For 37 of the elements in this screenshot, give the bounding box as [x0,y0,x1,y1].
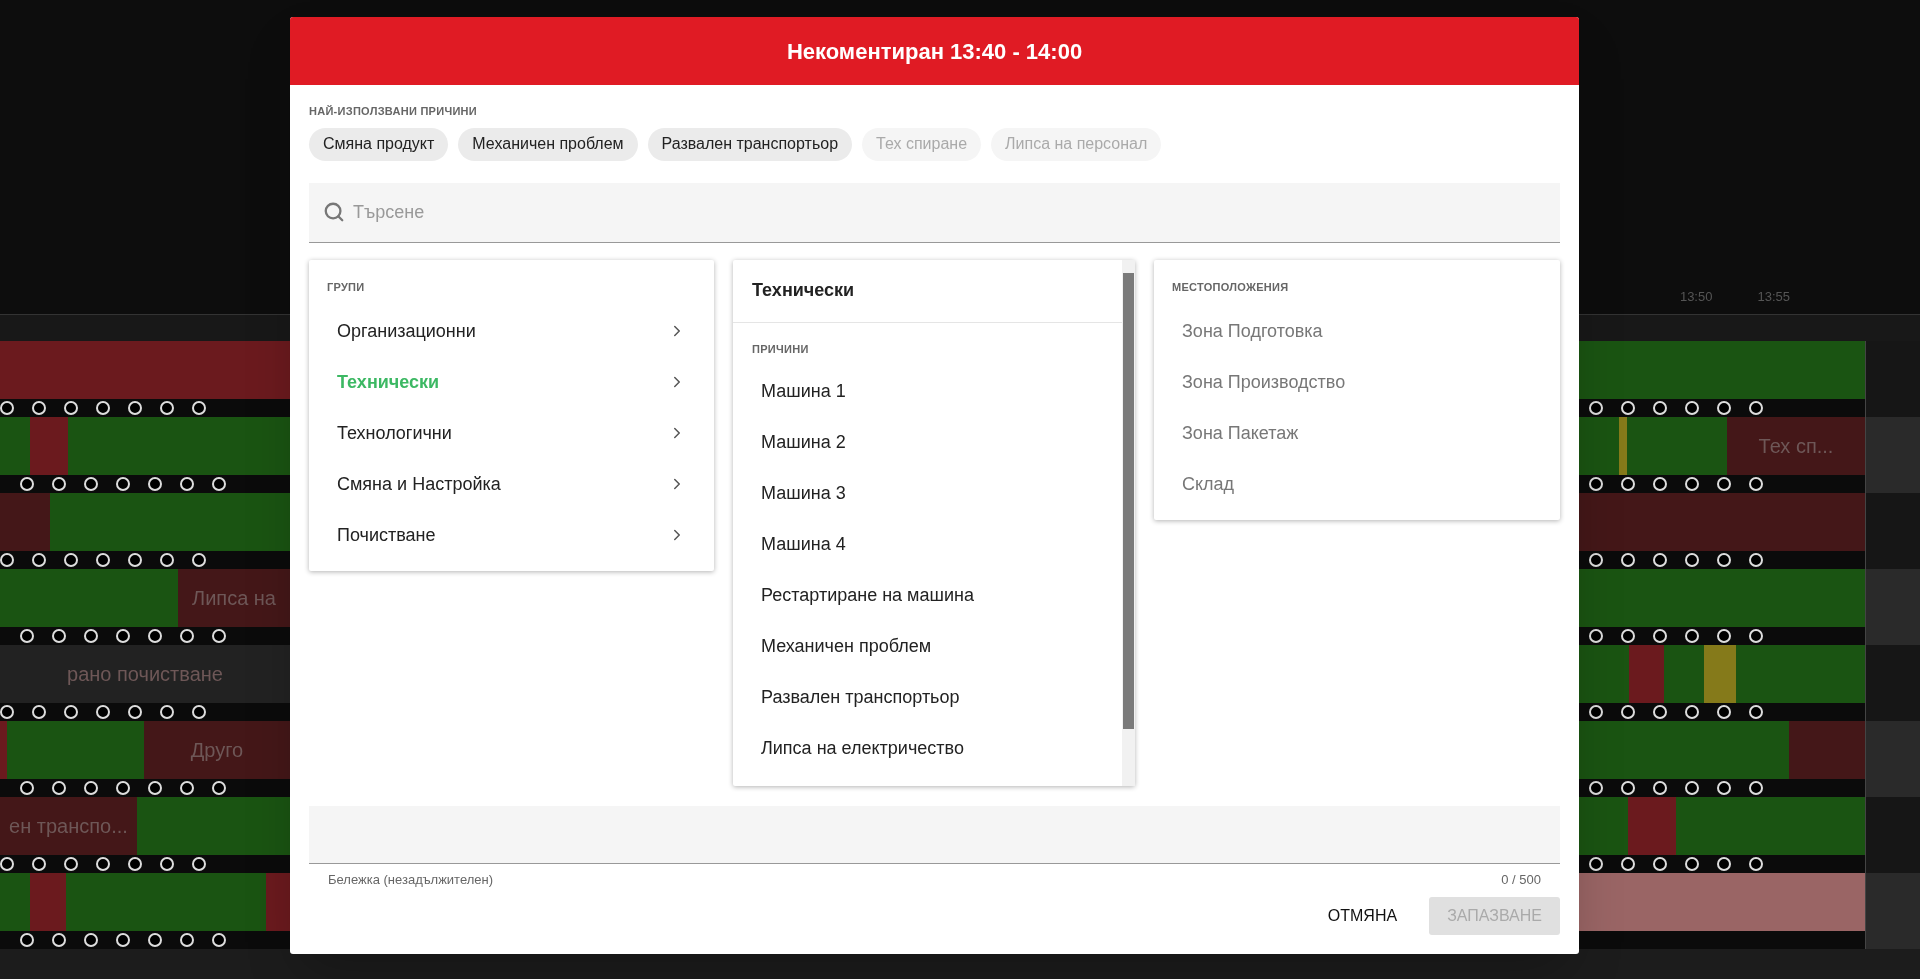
timeline-segment [0,417,30,475]
reason-chip[interactable]: Смяна продукт [309,127,449,161]
panel-heading: ПРИЧИНИ [752,342,809,355]
search-icon [323,201,345,223]
reason-item[interactable]: Машина 1 [733,365,1122,417]
panel-heading: ГРУПИ [327,280,365,293]
segment-label: рано почистване [67,662,223,687]
search-input[interactable]: Търсене [353,198,1546,226]
panel-title: Технически [752,279,855,302]
segment-label: Друго [190,738,244,763]
panel-heading: МЕСТОПОЛОЖЕНИЯ [1172,280,1289,293]
reason-chip[interactable]: Механичен проблем [458,127,638,161]
segment-label: Тех сп... [1758,434,1834,459]
reason-item[interactable]: Рестартиране на машина [733,569,1122,621]
cancel-button[interactable]: ОТМЯНА [1315,897,1410,935]
time-tick: 13:55 [1757,287,1790,306]
reason-item[interactable]: Липса на електричество [733,722,1122,774]
timeline-segment [0,873,30,931]
segment-label: ен транспо... [9,814,128,839]
reason-item[interactable]: Машина 4 [733,518,1122,570]
segment-label: Липса на [192,586,276,611]
group-item[interactable]: Смяна и Настройка [309,458,714,510]
reason-item[interactable]: Машина 2 [733,416,1122,468]
dialog-title: Некоментиран 13:40 - 14:00 [786,37,1083,66]
reason-chip[interactable]: Развален транспортьор [647,127,853,161]
time-tick: 13:50 [1679,287,1713,306]
reason-item[interactable]: Машина 3 [733,467,1122,519]
scrollbar[interactable] [1122,259,1135,786]
search-field[interactable]: Търсене [309,182,1560,243]
reason-item[interactable]: Развален транспортьор [733,671,1122,723]
group-item[interactable]: Организационни [309,305,714,357]
group-item[interactable]: Технологични [309,407,714,459]
note-helper-text: Бележка (незадължителен) [328,870,494,889]
section-label: НАЙ-ИЗПОЛЗВАНИ ПРИЧИНИ [309,104,478,119]
group-item[interactable]: Почистване [309,509,714,561]
reason-item[interactable]: Механичен проблем [733,620,1122,672]
character-counter: 0 / 500 [1501,870,1541,889]
